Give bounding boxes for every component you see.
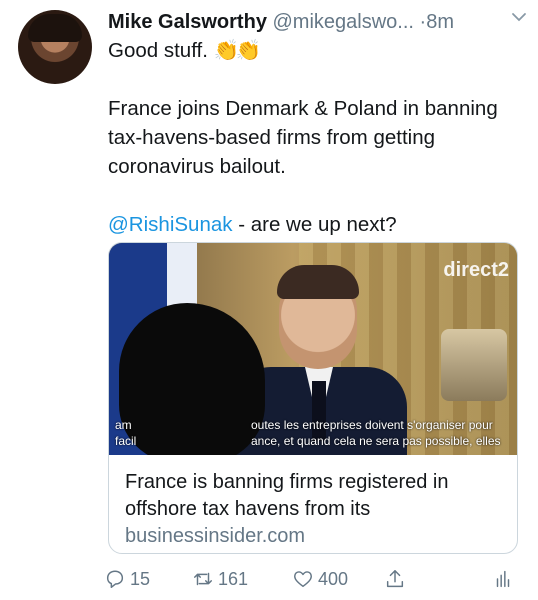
clapping-hands-emoji: 👏 — [213, 39, 240, 62]
tweet-header: Mike Galsworthy @mikegalswo... ·8m — [108, 8, 528, 36]
video-subtitle: am facil outes les entreprises doivent s'… — [115, 418, 501, 448]
tweet-paragraph: France joins Denmark & Poland in banning… — [108, 97, 498, 178]
tweet-text: Good stuff. 👏👏 France joins Denmark & Po… — [108, 36, 518, 239]
retweet-count: 161 — [218, 568, 249, 589]
like-button[interactable]: 400 — [292, 566, 348, 592]
tv-channel-logo: direct2 — [443, 259, 509, 281]
analytics-button[interactable] — [492, 566, 518, 592]
author-name[interactable]: Mike Galsworthy — [108, 11, 267, 33]
author-handle[interactable]: @mikegalswo... — [273, 11, 414, 33]
heart-icon — [294, 571, 312, 588]
link-card[interactable]: direct2 am facil outes les entreprises do… — [108, 242, 518, 554]
retweet-icon — [194, 572, 212, 586]
tweet-greeting: Good stuff. — [108, 39, 208, 62]
sign-language-interpreter — [441, 329, 507, 401]
avatar[interactable] — [18, 10, 92, 84]
clapping-hands-emoji: 👏 — [235, 39, 262, 62]
tweet-question: @RishiSunak - are we up next? — [108, 210, 518, 239]
share-icon — [386, 570, 404, 588]
card-title[interactable]: France is banning firms registered in of… — [125, 469, 501, 523]
tweet-actions: 15 161 400 — [104, 566, 524, 592]
card-body: France is banning firms registered in of… — [109, 455, 517, 550]
reply-count: 15 — [130, 568, 151, 589]
like-count: 400 — [318, 568, 349, 589]
tweet-line-1: Good stuff. 👏👏 — [108, 36, 518, 65]
share-button[interactable] — [384, 566, 410, 592]
reply-button[interactable]: 15 — [104, 566, 150, 592]
card-image: direct2 am facil outes les entreprises do… — [109, 243, 517, 455]
reply-icon — [106, 570, 124, 588]
timestamp[interactable]: 8m — [426, 11, 454, 33]
analytics-icon — [496, 570, 510, 588]
chevron-down-icon[interactable] — [510, 8, 528, 36]
tweet-question-text: - are we up next? — [232, 213, 397, 236]
retweet-button[interactable]: 161 — [192, 566, 248, 592]
card-domain: businessinsider.com — [125, 525, 306, 547]
mention-link[interactable]: @RishiSunak — [108, 213, 233, 236]
